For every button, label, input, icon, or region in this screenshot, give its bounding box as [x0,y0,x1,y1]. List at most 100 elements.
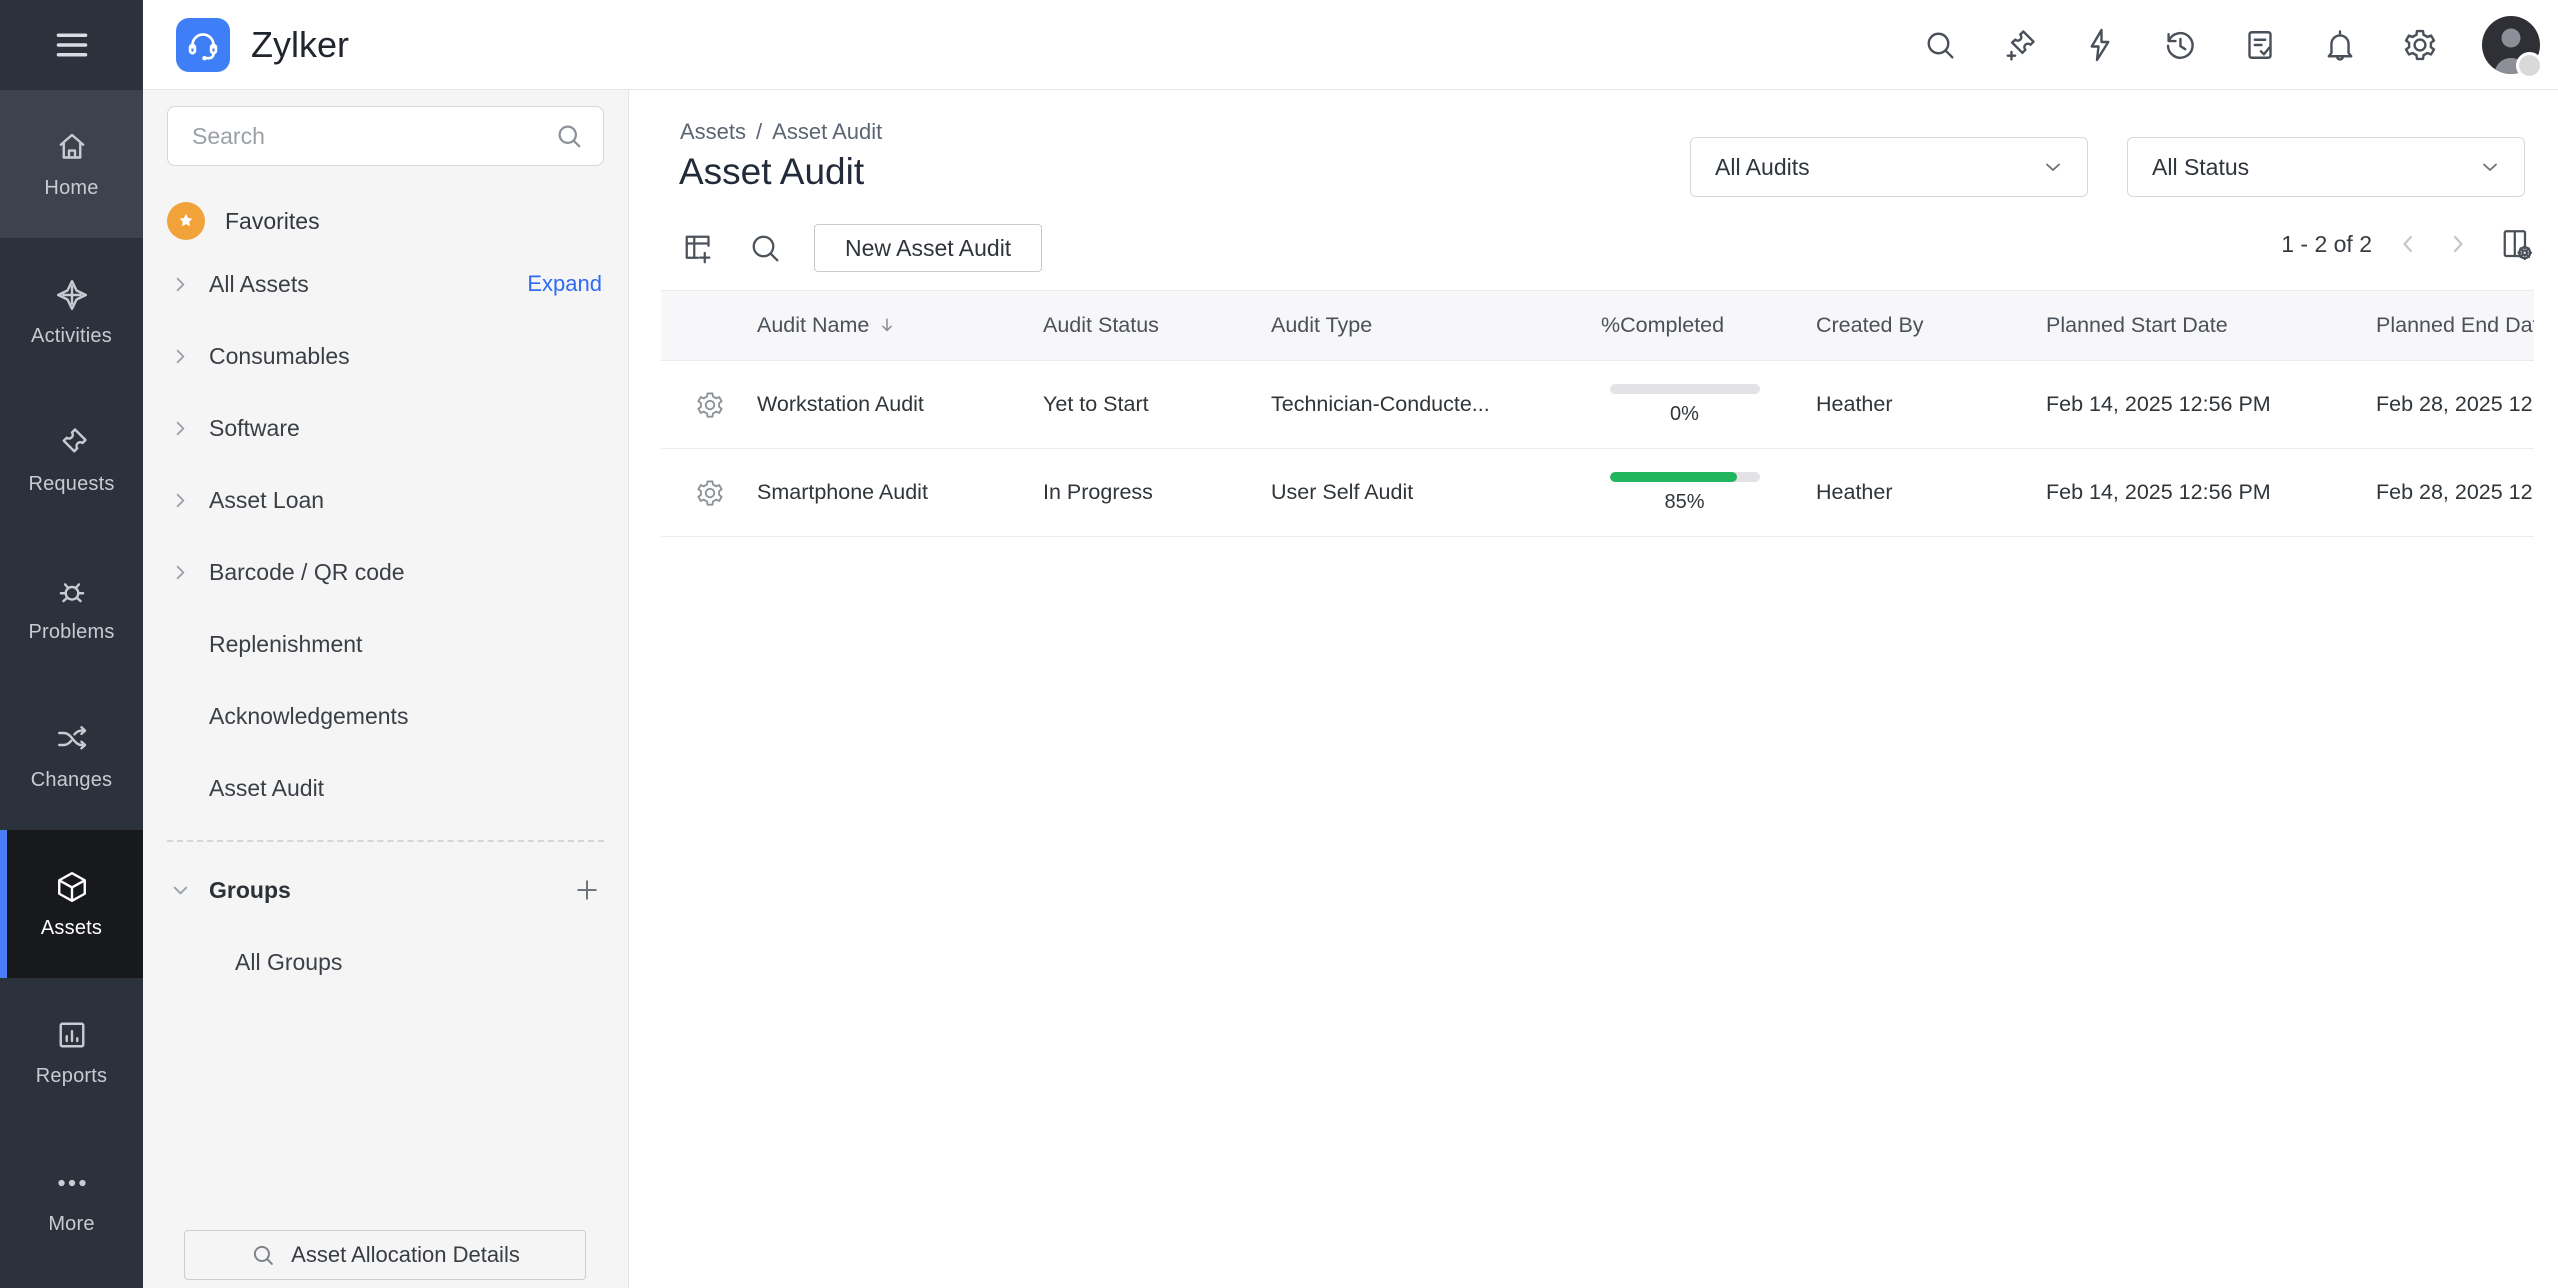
header-label: Created By [1816,313,1924,337]
cell-audit-status: In Progress [1019,448,1247,537]
table-row[interactable]: Smartphone Audit In Progress User Self A… [661,448,2534,537]
sidebar-item-label: All Groups [235,948,343,975]
rail-item-label: Problems [28,620,115,643]
groups-label: Groups [209,876,291,903]
sidebar-item-replenishment[interactable]: Replenishment [143,608,628,680]
rail-item-label: Changes [30,768,113,791]
breadcrumb-asset-audit[interactable]: Asset Audit [772,119,882,145]
shuffle-icon [57,725,86,749]
sidebar-item-asset-loan[interactable]: Asset Loan [143,464,628,536]
header-audit-status[interactable]: Audit Status [1019,290,1247,361]
user-avatar[interactable] [2482,15,2543,79]
rail-item-requests[interactable]: Requests [0,386,143,534]
rail-item-activities[interactable]: Activities [0,238,143,386]
audits-filter-dropdown[interactable]: All Audits [1690,137,2088,197]
rail-item-problems[interactable]: Problems [0,534,143,682]
ticket-icon [62,427,87,452]
cell-audit-type: Technician-Conducte... [1247,360,1577,449]
sidebar-item-label: Software [209,414,300,441]
brand-name: Zylker [251,23,349,65]
pagination-range: 1 - 2 of 2 [2281,230,2372,257]
rail-item-label: Activities [31,324,112,347]
sidebar-item-label: All Assets [209,270,309,297]
status-filter-dropdown[interactable]: All Status [2127,137,2525,197]
topbar: Zylker [143,0,2558,90]
header-audit-name[interactable]: Audit Name [757,290,1019,361]
sidebar-divider [167,840,604,842]
hamburger-icon [56,33,87,57]
header-planned-start[interactable]: Planned Start Date [2022,290,2352,361]
sidebar-search-input[interactable] [167,106,604,166]
lightning-icon[interactable] [2082,27,2118,63]
cell-created-by: Heather [1792,448,2022,537]
sidebar-item-acknowledgements[interactable]: Acknowledgements [143,680,628,752]
hamburger-menu-button[interactable] [0,0,143,90]
header-created-by[interactable]: Created By [1792,290,2022,361]
bug-icon [59,582,84,602]
table-header-row: Audit Name Audit Status Audit Type %Comp… [661,290,2534,361]
rail-item-label: Assets [40,916,103,939]
filter-bar: All Audits All Status [1690,137,2525,197]
header-planned-end[interactable]: Planned End Date [2352,290,2534,361]
search-icon[interactable] [747,230,783,266]
sidebar-item-all-groups[interactable]: All Groups [143,926,628,998]
rail-item-more[interactable]: More [0,1126,143,1274]
audits-filter-value: All Audits [1715,153,1810,180]
breadcrumb-assets[interactable]: Assets [680,119,746,145]
sidebar-group-groups[interactable]: Groups [143,854,628,926]
sidebar-item-label: Asset Loan [209,486,325,513]
main-content: Assets / Asset Audit Asset Audit All Aud… [630,91,2558,1288]
page-title: Asset Audit [679,151,865,192]
row-gear-icon[interactable] [695,390,725,420]
row-gear-icon[interactable] [695,478,725,508]
new-asset-audit-button[interactable]: New Asset Audit [814,224,1043,272]
checklist-icon[interactable] [2242,27,2278,63]
header-label: Planned End Date [2376,313,2534,337]
sidebar-item-software[interactable]: Software [143,392,628,464]
chevron-down-icon [2046,163,2060,171]
bell-icon[interactable] [2322,27,2358,63]
history-icon[interactable] [2162,27,2198,63]
rail-item-assets[interactable]: Assets [0,830,143,978]
rail-item-reports[interactable]: Reports [0,978,143,1126]
status-dot [2516,51,2543,79]
sidebar-item-consumables[interactable]: Consumables [143,320,628,392]
rail-item-label: Requests [28,472,115,495]
asset-allocation-details-button[interactable]: Asset Allocation Details [184,1230,586,1280]
ticket-plus-icon[interactable] [2002,27,2038,63]
chevron-left-icon[interactable] [2394,230,2422,258]
chevron-right-icon [176,565,185,579]
cell-planned-start: Feb 14, 2025 12:56 PM [2022,360,2352,449]
rail-item-home[interactable]: Home [0,90,143,238]
sidebar-item-all-assets[interactable]: All Assets Expand [143,248,628,320]
cell-planned-end: Feb 28, 2025 12:56 PM [2352,360,2534,449]
add-group-icon[interactable] [572,875,602,905]
chevron-right-icon [176,421,185,435]
app-logo[interactable] [176,17,230,72]
cell-audit-name: Smartphone Audit [757,448,1019,537]
sidebar-favorites[interactable]: Favorites [167,202,604,240]
sort-desc-icon [882,318,893,332]
add-table-view-icon[interactable] [680,230,716,266]
table-row[interactable]: Workstation Audit Yet to Start Technicia… [661,360,2534,449]
rail-item-changes[interactable]: Changes [0,682,143,830]
progress-bar [1609,471,1760,482]
header-label: Audit Status [1043,313,1159,337]
breadcrumb-separator: / [756,119,763,144]
column-settings-icon[interactable] [2498,226,2534,262]
ellipsis-icon [57,1179,86,1186]
assets-sidebar: Favorites All Assets Expand Consumables … [143,90,629,1288]
headset-icon [188,32,218,60]
header-audit-type[interactable]: Audit Type [1247,290,1577,361]
expand-link[interactable]: Expand [527,271,602,297]
cell-completed: 0% [1577,360,1792,449]
cell-audit-type: User Self Audit [1247,448,1577,537]
gear-icon[interactable] [2402,27,2438,63]
chevron-right-icon[interactable] [2444,230,2472,258]
header-actions [661,290,757,361]
sidebar-item-asset-audit[interactable]: Asset Audit [143,752,628,824]
header-completed[interactable]: %Completed [1577,290,1792,361]
home-icon [59,133,84,159]
search-icon[interactable] [1922,27,1958,63]
sidebar-item-barcode-qr[interactable]: Barcode / QR code [143,536,628,608]
